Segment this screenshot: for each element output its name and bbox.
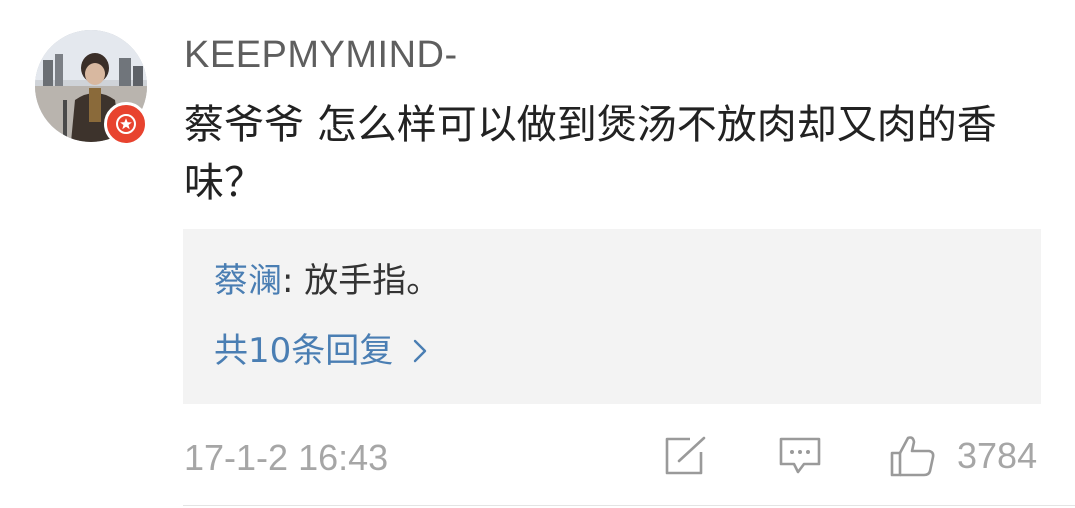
reply-separator: :: [282, 261, 305, 301]
verified-star-icon: [116, 114, 136, 134]
more-replies-label: 共10条回复: [214, 331, 394, 371]
more-replies-link[interactable]: 共10条回复: [214, 329, 427, 373]
reply-box[interactable]: 蔡澜: 放手指。 共10条回复: [183, 229, 1041, 404]
timestamp: 17-1-2 16:43: [184, 437, 389, 478]
like-button[interactable]: 3784: [889, 434, 1037, 478]
chevron-right-icon: [413, 339, 427, 363]
divider: [183, 505, 1075, 506]
reply-line: 蔡澜: 放手指。: [214, 259, 440, 303]
thumbs-up-icon: [890, 436, 935, 477]
comment-button[interactable]: [778, 434, 822, 478]
comment-icon: [779, 437, 821, 474]
reply-text: 放手指。: [304, 261, 441, 301]
comment-text: 蔡爷爷 怎么样可以做到煲汤不放肉却又肉的香味？: [184, 102, 997, 206]
share-icon: [665, 436, 706, 475]
reply-author[interactable]: 蔡澜: [214, 261, 282, 301]
like-count: 3784: [957, 435, 1038, 476]
username[interactable]: KEEPMYMIND-: [184, 33, 458, 77]
verified-badge: [104, 102, 148, 146]
share-button[interactable]: [664, 434, 708, 478]
